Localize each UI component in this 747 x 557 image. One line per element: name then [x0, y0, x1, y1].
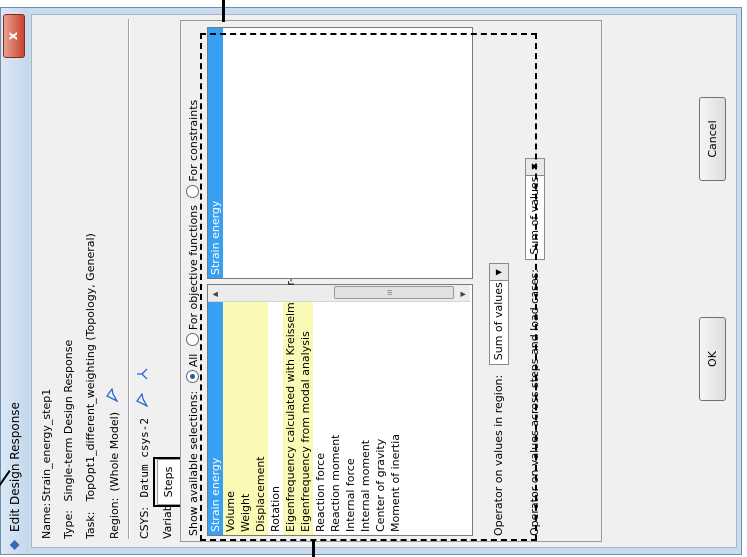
name-row: Name: Strain_energy_step1 [40, 389, 53, 539]
selection-prompt: Show available selections: [187, 390, 200, 536]
scroll-grip: III [387, 289, 394, 296]
list-item[interactable]: Strain energy [208, 285, 223, 535]
list-item[interactable]: Displacement [253, 285, 268, 535]
steps-operator-value: Sum of values [528, 176, 541, 255]
title-bar[interactable]: ◆ Edit Design Response x [1, 8, 29, 554]
list-item[interactable]: Rotation [268, 285, 283, 535]
region-label: Region: [108, 497, 121, 539]
region-value: (Whole Model) [108, 411, 121, 492]
list-scrollbar[interactable]: ▲ III ▼ [208, 285, 470, 302]
dialog-frame: ◆ Edit Design Response x Name: Strain_en… [0, 7, 742, 555]
create-csys-icon[interactable] [137, 367, 151, 381]
scroll-down-icon[interactable]: ▼ [459, 292, 467, 297]
name-value: Strain_energy_step1 [40, 388, 53, 502]
edit-csys-icon[interactable] [136, 389, 151, 408]
radio-constraints-label: For constraints [187, 99, 200, 182]
dialog-body: Name: Strain_energy_step1 Type: Single-t… [31, 14, 737, 548]
task-row: Task: TopOpt1_different_weighting (Topol… [84, 233, 97, 539]
callout-line-lists [312, 540, 315, 557]
list-item[interactable]: Internal force [343, 285, 358, 535]
variable-list[interactable]: Strain energy Volume Weight Displacement… [207, 212, 473, 536]
app-icon: ◆ [7, 540, 22, 550]
scroll-up-icon[interactable]: ▲ [211, 292, 219, 297]
region-operator-value: Sum of values [492, 282, 505, 361]
screenshot: ◆ Edit Design Response x Name: Strain_en… [0, 0, 747, 557]
list-item[interactable]: Strain energy [208, 28, 223, 278]
csys-value: Datum csys-2 [138, 418, 151, 498]
region-row: Region: (Whole Model) [106, 387, 121, 539]
region-operator-select[interactable]: Sum of values ▼ [489, 263, 509, 366]
list-item[interactable]: Volume [223, 285, 238, 535]
list-item[interactable]: Reaction force [313, 285, 328, 535]
steps-operator-label: Operator on values across steps and load… [528, 269, 541, 536]
list-item[interactable]: Eigenfrequency from modal analysis [298, 285, 313, 535]
list-item[interactable]: Eigenfrequency calculated with Kreisselm… [283, 212, 298, 535]
ok-button[interactable]: OK [699, 317, 726, 401]
list-item[interactable]: Moment of inertia [388, 285, 403, 535]
radio-objective-label: For objective functions [187, 205, 200, 331]
task-value: TopOpt1_different_weighting (Topology, G… [84, 233, 97, 502]
selection-filter: Show available selections: All For objec… [186, 100, 200, 536]
edit-region-icon[interactable] [106, 387, 121, 404]
type-value: Single-term Design Response [62, 339, 75, 502]
variable-panel: Show available selections: All For objec… [180, 20, 602, 542]
type-row: Type: Single-term Design Response [62, 340, 75, 539]
csys-label: CSYS: [138, 506, 151, 539]
type-label: Type: [62, 510, 75, 539]
close-button[interactable]: x [3, 14, 25, 58]
steps-operator-select[interactable]: Sum of values ▼ [525, 157, 545, 260]
name-label: Name: [40, 502, 53, 539]
cancel-button[interactable]: Cancel [699, 97, 726, 181]
list-item[interactable]: Internal moment [358, 285, 373, 535]
region-operator-row: Operator on values in region: Sum of val… [489, 263, 509, 536]
radio-all-label: All [187, 353, 200, 368]
steps-operator-row: Operator on values across steps and load… [525, 157, 545, 536]
csys-row: CSYS: Datum csys-2 [136, 367, 151, 539]
region-operator-label: Operator on values in region: [492, 374, 505, 536]
chevron-down-icon[interactable]: ▼ [490, 264, 508, 282]
window-title: Edit Design Response [8, 402, 22, 532]
edit-design-response-dialog: ◆ Edit Design Response x Name: Strain_en… [0, 7, 747, 557]
callout-line-steps [222, 0, 225, 22]
list-item[interactable]: Reaction moment [328, 285, 343, 535]
list-item[interactable]: Center of gravity [373, 285, 388, 535]
radio-all[interactable] [186, 370, 199, 384]
radio-objective[interactable] [186, 333, 199, 347]
task-label: Task: [84, 511, 97, 539]
selected-list[interactable]: Strain energy [207, 27, 473, 279]
radio-constraints[interactable] [186, 184, 199, 198]
list-item[interactable]: Weight [238, 285, 253, 535]
chevron-down-icon[interactable]: ▼ [526, 158, 544, 176]
scroll-thumb[interactable]: III [334, 286, 454, 299]
separator [128, 19, 130, 539]
steps-tab-callout-box [153, 457, 182, 507]
